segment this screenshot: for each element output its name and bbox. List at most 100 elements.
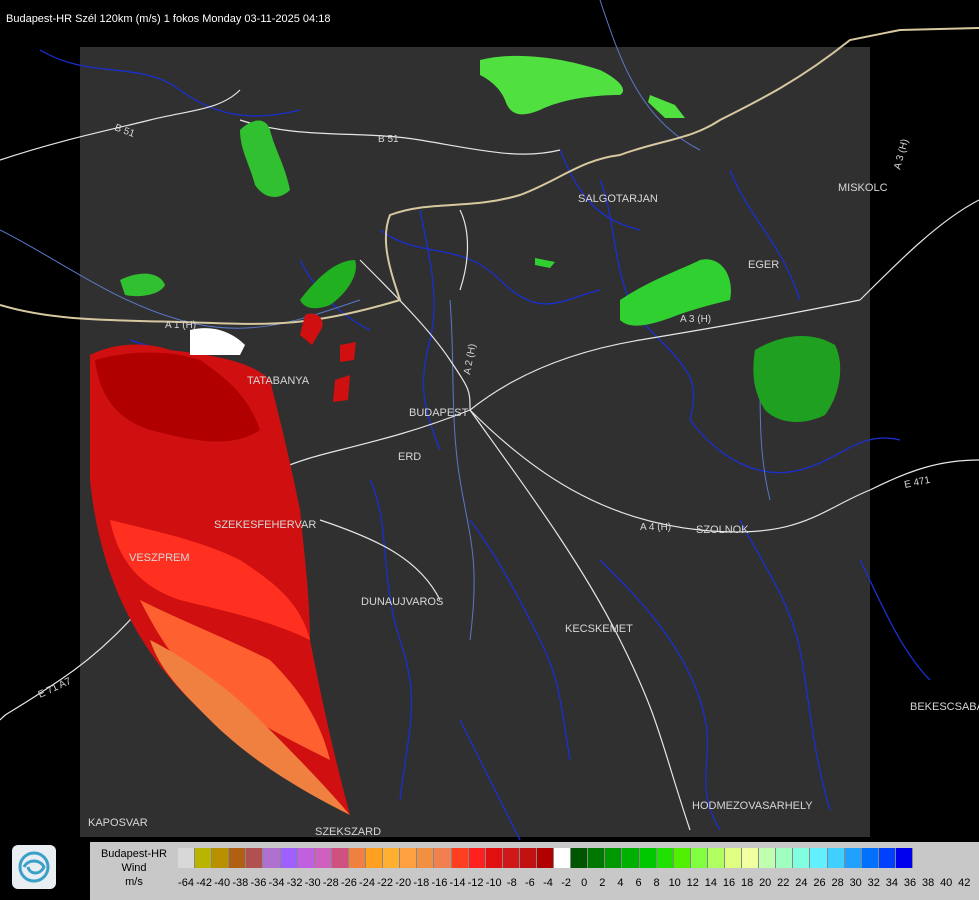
legend-swatch xyxy=(571,848,589,868)
legend-tick-label: 8 xyxy=(653,877,660,889)
legend-tick-label: -34 xyxy=(268,877,285,889)
legend-tick-label: -42 xyxy=(196,877,213,889)
legend-swatch xyxy=(280,848,298,868)
legend-tick-label: -26 xyxy=(340,877,357,889)
legend-tick-label: 42 xyxy=(958,877,971,889)
legend-swatch xyxy=(195,848,213,868)
legend-tick-label: -4 xyxy=(543,877,553,889)
legend-title: Budapest-HR Wind m/s xyxy=(92,847,176,889)
legend-swatch xyxy=(417,848,435,868)
legend-swatch xyxy=(588,848,606,868)
legend-swatch xyxy=(536,848,555,868)
legend-swatch xyxy=(827,848,845,868)
legend-tick-label: 0 xyxy=(581,877,588,889)
legend-swatch xyxy=(468,848,486,868)
legend-tick-label: -24 xyxy=(359,877,375,889)
legend-tick-label: -12 xyxy=(467,877,484,889)
legend-swatch xyxy=(178,848,196,868)
legend-tick-label: 36 xyxy=(903,877,917,889)
radar-map: SALGOTARJAN MISKOLC EGER TATABANYA BUDAP… xyxy=(0,0,979,900)
road-label: A 3 (H) xyxy=(680,314,711,325)
city-label: SALGOTARJAN xyxy=(578,193,658,205)
legend-swatch xyxy=(348,848,367,868)
legend-line-1: Budapest-HR xyxy=(100,848,168,860)
legend-tick-label: 18 xyxy=(740,877,754,889)
legend-swatch xyxy=(366,848,384,868)
legend-swatch xyxy=(861,848,879,868)
legend-swatch xyxy=(793,848,811,868)
legend-tick-label: -10 xyxy=(485,877,502,889)
omsz-logo-icon xyxy=(12,845,56,889)
legend-ticks: -64 -42 -40 -38 -36 -34 -32 -30 -28 -26 -24 -22 -20-… xyxy=(170,877,979,891)
legend-swatch xyxy=(229,848,247,868)
legend-tick-label: 30 xyxy=(849,877,862,889)
legend-swatch xyxy=(383,848,401,868)
legend-tick-label: -18 xyxy=(413,877,430,889)
legend-tick-label: 16 xyxy=(722,877,736,889)
legend-swatch xyxy=(895,848,914,868)
city-label: VESZPREM xyxy=(129,552,190,564)
legend-tick-label: 24 xyxy=(795,877,808,889)
legend-swatch xyxy=(690,848,708,868)
legend-swatch xyxy=(554,848,572,868)
legend-tick-label: -8 xyxy=(506,877,517,889)
legend-swatch xyxy=(246,848,264,868)
city-label: MISKOLC xyxy=(838,182,888,194)
legend-tick-label: -22 xyxy=(377,877,394,889)
city-label: KECSKEMET xyxy=(565,623,633,635)
city-label: SZEKESFEHERVAR xyxy=(214,519,316,531)
legend-tick-label: -38 xyxy=(232,877,249,889)
legend-tick-label: -32 xyxy=(286,877,303,889)
legend-swatch xyxy=(297,848,315,868)
legend-line-2: Wind xyxy=(121,862,147,874)
legend-tick-label: 12 xyxy=(686,877,699,889)
legend-tick-label: -14 xyxy=(449,877,466,889)
city-label: BUDAPEST xyxy=(409,407,469,419)
legend-tick-label: 2 xyxy=(599,877,606,889)
legend-tick-label: 4 xyxy=(617,877,624,889)
legend-swatch xyxy=(656,848,674,868)
legend-tick-label: 20 xyxy=(759,877,772,889)
legend-swatch xyxy=(844,848,862,868)
legend-tick-label: 28 xyxy=(831,877,844,889)
legend-tick-label: 34 xyxy=(885,877,899,889)
legend-tick-label: -28 xyxy=(322,877,339,889)
legend-tick-label: -2 xyxy=(561,877,571,889)
legend-swatch xyxy=(212,848,230,868)
legend-swatches xyxy=(178,848,914,868)
road-label: B 51 xyxy=(378,134,399,145)
road-label: A 4 (H) xyxy=(640,522,671,533)
map-title: Budapest-HR Szél 120km (m/s) 1 fokos Mon… xyxy=(6,13,331,25)
city-label: HODMEZOVASARHELY xyxy=(692,800,813,812)
legend-swatch xyxy=(673,848,691,868)
legend-swatch xyxy=(451,848,469,868)
city-label: KAPOSVAR xyxy=(88,817,148,829)
legend-swatch xyxy=(605,848,623,868)
legend-tick-label: 32 xyxy=(867,877,880,889)
legend-tick-label: -40 xyxy=(214,877,231,889)
legend-swatch xyxy=(485,848,503,868)
legend-swatch xyxy=(725,848,743,868)
legend-swatch xyxy=(314,848,332,868)
city-label: SZOLNOK xyxy=(696,524,749,536)
legend-tick-label: 40 xyxy=(940,877,953,889)
legend-swatch xyxy=(759,848,777,868)
legend-tick-label: -6 xyxy=(525,877,535,889)
legend-swatch xyxy=(519,848,537,868)
legend-tick-label: -20 xyxy=(395,877,412,889)
legend-tick-label: 26 xyxy=(813,877,826,889)
legend-swatch xyxy=(639,848,657,868)
legend-swatch xyxy=(331,848,349,868)
legend-line-3: m/s xyxy=(125,876,143,888)
legend-tick-label: -64 xyxy=(178,877,194,889)
city-label: SZEKSZARD xyxy=(315,826,381,838)
legend-swatch xyxy=(742,848,760,868)
city-label: ERD xyxy=(398,451,421,463)
legend-tick-label: -30 xyxy=(304,877,321,889)
city-label: DUNAUJVAROS xyxy=(361,596,443,608)
legend-tick-label: 38 xyxy=(921,877,935,889)
legend-swatch xyxy=(776,848,794,868)
city-label: BEKESCSABA xyxy=(910,701,979,713)
legend-swatch xyxy=(502,848,520,868)
legend-swatch xyxy=(434,848,452,868)
